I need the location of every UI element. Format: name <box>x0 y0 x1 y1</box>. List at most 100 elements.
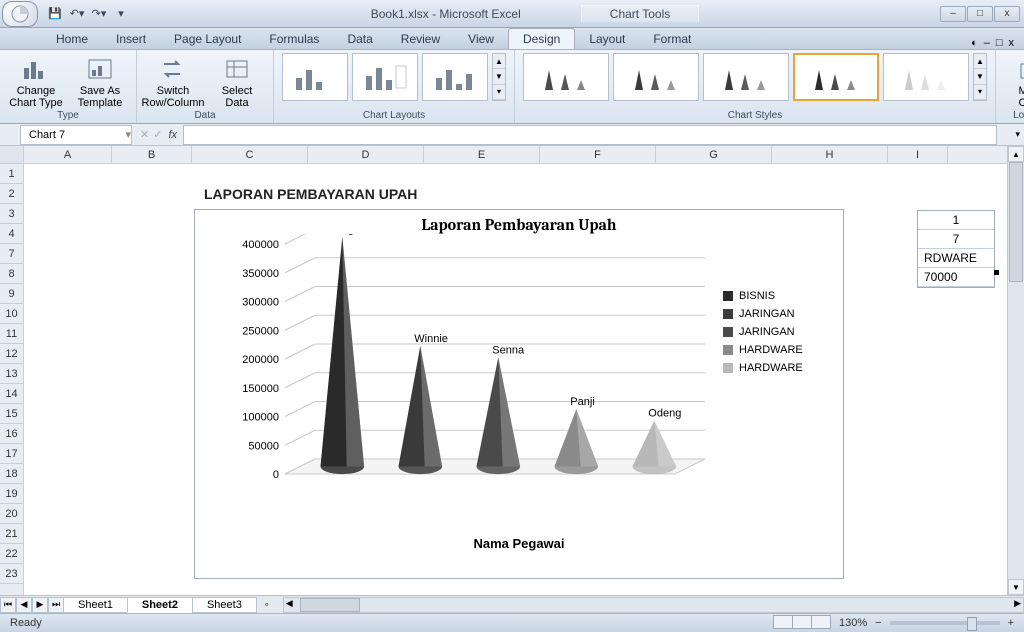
select-all-corner[interactable] <box>0 146 23 164</box>
scroll-down-icon[interactable]: ▼ <box>1008 579 1024 595</box>
tab-formulas[interactable]: Formulas <box>255 29 333 49</box>
row-header-23[interactable]: 23 <box>0 564 23 584</box>
layout-option-1[interactable] <box>282 53 348 101</box>
row-header-20[interactable]: 20 <box>0 504 23 524</box>
col-header-c[interactable]: C <box>192 146 308 163</box>
nav-prev-icon[interactable]: ◀ <box>16 597 32 613</box>
row-header-21[interactable]: 21 <box>0 524 23 544</box>
inner-min-icon[interactable]: – <box>984 37 990 49</box>
cell-h10[interactable]: 70000 <box>918 268 994 287</box>
zoom-in-icon[interactable]: + <box>1008 617 1014 629</box>
tab-page-layout[interactable]: Page Layout <box>160 29 255 49</box>
row-header-12[interactable]: 12 <box>0 344 23 364</box>
chart-legend[interactable]: BISNIS JARINGAN JARINGAN HARDWARE HARDWARE <box>723 234 843 534</box>
row-header-9[interactable]: 9 <box>0 284 23 304</box>
row-header-4[interactable]: 4 <box>0 224 23 244</box>
redo-icon[interactable]: ↷▾ <box>90 5 108 23</box>
normal-view-icon[interactable] <box>773 615 793 629</box>
legend-item[interactable]: JARINGAN <box>723 326 843 338</box>
row-header-11[interactable]: 11 <box>0 324 23 344</box>
row-header-13[interactable]: 13 <box>0 364 23 384</box>
row-header-17[interactable]: 17 <box>0 444 23 464</box>
move-chart-button[interactable]: Move Chart <box>1004 53 1024 109</box>
zoom-slider[interactable] <box>890 621 1000 625</box>
formula-expand-icon[interactable]: ▾ <box>1015 129 1020 140</box>
embedded-chart[interactable]: Laporan Pembayaran Upah 0500001000001500… <box>194 209 844 579</box>
row-header-16[interactable]: 16 <box>0 424 23 444</box>
chart-title[interactable]: Laporan Pembayaran Upah <box>195 216 843 234</box>
selection-fill-handle[interactable] <box>994 270 999 275</box>
vertical-scrollbar[interactable]: ▲ ▼ <box>1007 146 1024 595</box>
col-header-b[interactable]: B <box>112 146 192 163</box>
nav-first-icon[interactable]: ⏮ <box>0 597 16 613</box>
sheet-tab-3[interactable]: Sheet3 <box>192 597 257 613</box>
tab-layout[interactable]: Layout <box>575 29 639 49</box>
style-option-5[interactable] <box>883 53 969 101</box>
row-header-15[interactable]: 15 <box>0 404 23 424</box>
legend-item[interactable]: BISNIS <box>723 290 843 302</box>
maximize-button[interactable]: □ <box>967 6 993 22</box>
legend-item[interactable]: JARINGAN <box>723 308 843 320</box>
tab-home[interactable]: Home <box>42 29 102 49</box>
hscroll-thumb[interactable] <box>300 598 360 612</box>
tab-data[interactable]: Data <box>333 29 386 49</box>
inner-max-icon[interactable]: □ <box>996 37 1003 49</box>
sheet-nav-buttons[interactable]: ⏮ ◀ ▶ ⏭ <box>0 597 64 613</box>
new-sheet-icon[interactable]: ◦ <box>257 599 277 611</box>
chart-plot-area[interactable]: 0500001000001500002000002500003000003500… <box>205 234 723 534</box>
row-header-10[interactable]: 10 <box>0 304 23 324</box>
undo-icon[interactable]: ↶▾ <box>68 5 86 23</box>
chart-x-axis-label[interactable]: Nama Pegawai <box>195 536 843 551</box>
tab-review[interactable]: Review <box>387 29 454 49</box>
close-button[interactable]: x <box>994 6 1020 22</box>
col-header-e[interactable]: E <box>424 146 540 163</box>
tab-insert[interactable]: Insert <box>102 29 160 49</box>
style-option-3[interactable] <box>703 53 789 101</box>
zoom-out-icon[interactable]: − <box>875 617 881 629</box>
zoom-level[interactable]: 130% <box>839 617 867 629</box>
style-option-2[interactable] <box>613 53 699 101</box>
row-header-3[interactable]: 3 <box>0 204 23 224</box>
style-option-1[interactable] <box>523 53 609 101</box>
layout-option-2[interactable] <box>352 53 418 101</box>
sheet-tab-1[interactable]: Sheet1 <box>63 597 128 613</box>
select-data-button[interactable]: Select Data <box>209 53 265 109</box>
view-buttons[interactable] <box>774 615 831 632</box>
page-break-view-icon[interactable] <box>811 615 831 629</box>
fx-icon[interactable]: fx <box>168 129 177 141</box>
cells-area[interactable]: LAPORAN PEMBAYARAN UPAH Laporan Pembayar… <box>24 164 1007 595</box>
nav-last-icon[interactable]: ⏭ <box>48 597 64 613</box>
cell-h9[interactable]: RDWARE <box>918 249 994 268</box>
chart-layouts-gallery[interactable]: ▲▼▾ <box>282 53 506 101</box>
inner-close-icon[interactable]: x <box>1009 37 1015 49</box>
scroll-up-icon[interactable]: ▲ <box>1008 146 1024 162</box>
row-header-18[interactable]: 18 <box>0 464 23 484</box>
name-box[interactable]: Chart 7▾ <box>20 125 132 145</box>
col-header-i[interactable]: I <box>888 146 948 163</box>
layouts-gallery-scroll[interactable]: ▲▼▾ <box>492 53 506 101</box>
legend-item[interactable]: HARDWARE <box>723 344 843 356</box>
layout-option-3[interactable] <box>422 53 488 101</box>
sheet-tab-2[interactable]: Sheet2 <box>127 597 193 613</box>
save-icon[interactable]: 💾 <box>46 5 64 23</box>
formula-input[interactable] <box>183 125 997 145</box>
row-header-1[interactable]: 1 <box>0 164 23 184</box>
row-header-14[interactable]: 14 <box>0 384 23 404</box>
help-icon[interactable]: ◐ <box>971 37 978 49</box>
col-header-f[interactable]: F <box>540 146 656 163</box>
save-as-template-button[interactable]: Save As Template <box>72 53 128 109</box>
page-layout-view-icon[interactable] <box>792 615 812 629</box>
cell-h8[interactable]: 7 <box>918 230 994 249</box>
qat-dropdown-icon[interactable]: ▾ <box>112 5 130 23</box>
legend-item[interactable]: HARDWARE <box>723 362 843 374</box>
row-header-7[interactable]: 7 <box>0 244 23 264</box>
minimize-button[interactable]: – <box>940 6 966 22</box>
change-chart-type-button[interactable]: Change Chart Type <box>8 53 64 109</box>
cancel-icon[interactable]: ✕ <box>140 128 149 141</box>
accept-icon[interactable]: ✓ <box>153 128 162 141</box>
office-button[interactable] <box>2 1 38 27</box>
tab-design[interactable]: Design <box>508 28 575 49</box>
styles-gallery-scroll[interactable]: ▲▼▾ <box>973 53 987 101</box>
horizontal-scrollbar[interactable]: ◀ ▶ <box>283 597 1024 613</box>
row-header-19[interactable]: 19 <box>0 484 23 504</box>
